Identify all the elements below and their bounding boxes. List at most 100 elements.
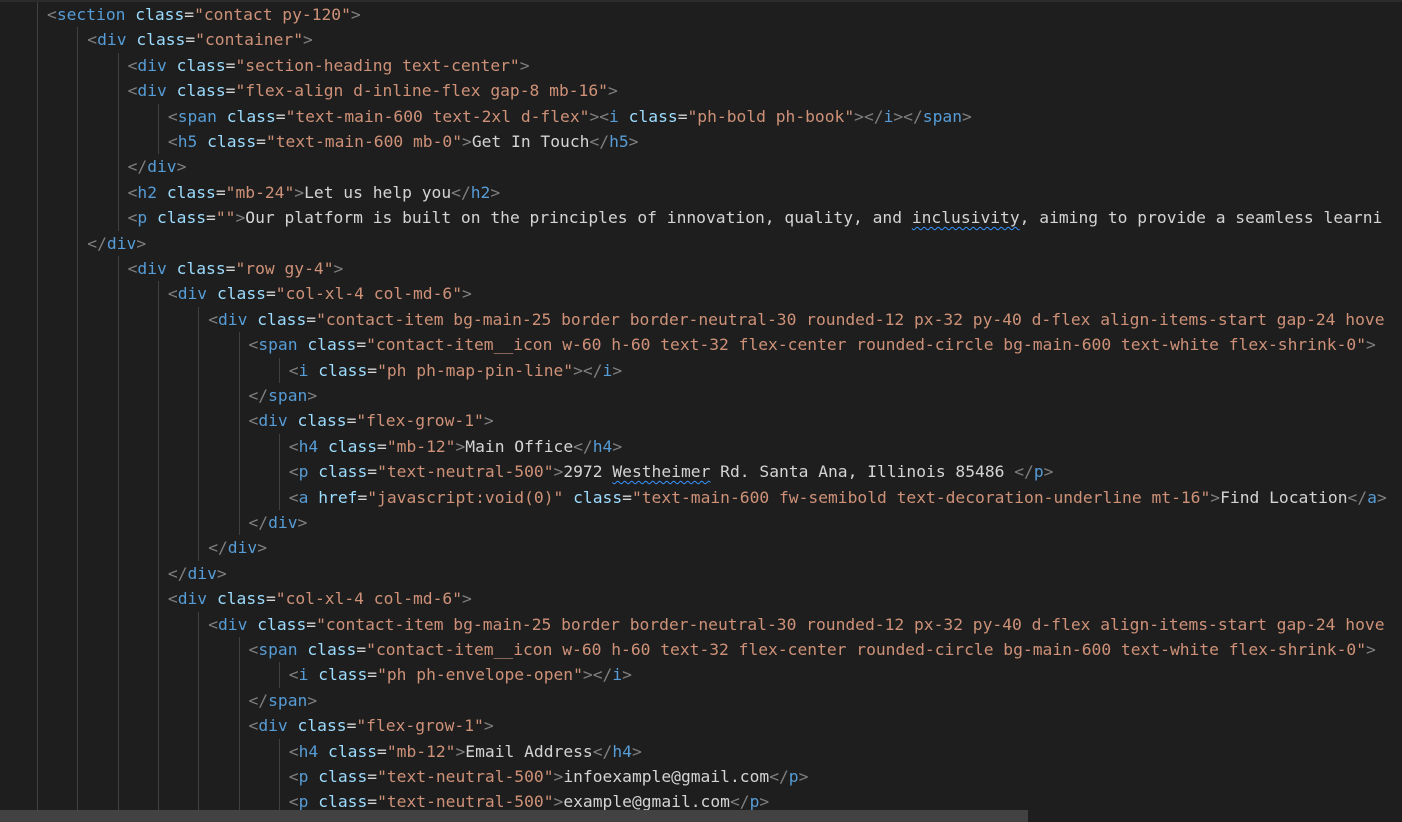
- tag-bracket: <: [288, 767, 299, 786]
- tag-bracket: >: [798, 767, 809, 786]
- attribute-name: class: [176, 55, 226, 75]
- text-content: [167, 259, 177, 278]
- code-line[interactable]: <div class="row gy-4">: [128, 256, 344, 281]
- code-line[interactable]: <div class="section-heading text-center"…: [128, 53, 530, 78]
- tag-bracket: <: [288, 436, 299, 456]
- code-line[interactable]: <i class="ph ph-map-pin-line"></i>: [289, 358, 622, 383]
- code-line[interactable]: </div>: [87, 231, 146, 256]
- tag-name: h4: [298, 436, 319, 456]
- code-line[interactable]: <span class="contact-item__icon w-60 h-6…: [249, 637, 1376, 662]
- tag-name: span: [258, 335, 298, 355]
- code-line[interactable]: <div class="col-xl-4 col-md-6">: [168, 281, 472, 306]
- tag-bracket: </: [87, 233, 107, 253]
- tag-bracket: </: [248, 690, 269, 710]
- tag-bracket: >: [216, 563, 227, 583]
- tag-name: p: [137, 208, 148, 228]
- tag-name: p: [749, 792, 760, 812]
- tag-name: span: [268, 386, 308, 405]
- text-content: =: [275, 106, 286, 126]
- code-line[interactable]: <span class="contact-item__icon w-60 h-6…: [249, 332, 1376, 357]
- text-content: =: [367, 360, 378, 380]
- tag-name: div: [137, 55, 167, 75]
- text-content: =: [377, 741, 387, 761]
- text-content: Email Address: [465, 741, 593, 761]
- code-line[interactable]: <h4 class="mb-12">Email Address</h4>: [289, 739, 642, 764]
- tag-bracket: <: [288, 665, 299, 685]
- code-line[interactable]: <p class="">Our platform is built on the…: [128, 205, 1383, 230]
- text-content: =: [265, 589, 276, 609]
- code-line[interactable]: <a href="javascript:void(0)" class="text…: [289, 485, 1387, 510]
- code-line[interactable]: <span class="text-main-600 text-2xl d-fl…: [168, 104, 972, 129]
- indent-guide-line: [77, 27, 78, 822]
- attribute-value: "text-main-600 text-2xl d-flex": [285, 106, 590, 126]
- tag-bracket: ></: [573, 360, 603, 380]
- code-line[interactable]: </div>: [208, 535, 267, 560]
- text-content: [247, 615, 257, 634]
- code-line[interactable]: <div class="container">: [87, 27, 313, 52]
- tag-bracket: ></: [582, 665, 613, 685]
- attribute-name: class: [157, 208, 207, 228]
- tag-name: p: [298, 792, 309, 812]
- tag-name: a: [298, 487, 309, 507]
- text-content: [217, 107, 227, 126]
- tag-bracket: </: [573, 436, 593, 456]
- indent-guide-line: [198, 611, 199, 822]
- text-content: =: [215, 182, 226, 202]
- tag-bracket: ></: [893, 106, 923, 126]
- tag-name: div: [137, 81, 167, 101]
- code-line[interactable]: <div class="flex-grow-1">: [249, 713, 494, 738]
- attribute-value: "section-heading text-center": [235, 55, 520, 75]
- code-line[interactable]: </div>: [128, 154, 187, 179]
- tag-bracket: >: [622, 665, 632, 685]
- text-content: [125, 5, 135, 24]
- tag-name: div: [258, 411, 288, 431]
- attribute-value: "flex-grow-1": [356, 411, 484, 431]
- tag-bracket: <: [167, 589, 178, 609]
- tag-bracket: <: [248, 411, 259, 431]
- code-line[interactable]: <p class="text-neutral-500">2972 Westhei…: [289, 459, 1054, 484]
- text-content: [318, 742, 328, 761]
- attribute-value: "container": [195, 30, 303, 50]
- tag-bracket: <: [288, 462, 299, 482]
- attribute-value: "contact-item__icon w-60 h-60 text-32 fl…: [366, 335, 1366, 355]
- tag-name: p: [788, 767, 799, 786]
- code-line[interactable]: <div class="contact-item bg-main-25 bord…: [208, 612, 1384, 637]
- tag-bracket: <: [87, 30, 98, 50]
- attribute-value: "javascript:void(0)": [367, 487, 564, 507]
- tag-bracket: <: [127, 208, 138, 228]
- code-line[interactable]: <div class="flex-grow-1">: [249, 408, 494, 433]
- code-editor[interactable]: <section class="contact py-120"> <div cla…: [0, 0, 1402, 822]
- text-content: =: [367, 462, 378, 482]
- tag-bracket: >: [759, 792, 770, 812]
- tag-name: p: [1033, 462, 1044, 482]
- tag-name: div: [258, 716, 288, 736]
- indent-guide-line: [279, 433, 280, 510]
- tag-bracket: <: [127, 182, 138, 202]
- code-line[interactable]: <i class="ph ph-envelope-open"></i>: [289, 662, 632, 687]
- tag-bracket: </: [592, 741, 613, 761]
- horizontal-scrollbar-thumb[interactable]: [0, 810, 1028, 822]
- tag-bracket: <: [167, 106, 178, 126]
- code-line[interactable]: <p class="text-neutral-500">infoexample@…: [289, 764, 809, 789]
- tag-bracket: >: [307, 690, 318, 710]
- attribute-name: class: [135, 5, 185, 24]
- tag-bracket: >: [1366, 640, 1376, 659]
- code-line[interactable]: <h4 class="mb-12">Main Office</h4>: [289, 434, 622, 459]
- text-content: [247, 310, 257, 329]
- code-line[interactable]: <section class="contact py-120">: [47, 2, 361, 27]
- code-line[interactable]: </div>: [249, 510, 308, 535]
- tag-bracket: >: [553, 792, 564, 812]
- code-line[interactable]: <div class="contact-item bg-main-25 bord…: [208, 307, 1384, 332]
- code-line[interactable]: </div>: [168, 561, 227, 586]
- code-line[interactable]: </span>: [249, 383, 318, 408]
- code-line[interactable]: <div class="col-xl-4 col-md-6">: [168, 586, 472, 611]
- tag-name: span: [922, 106, 963, 126]
- text-content: [288, 716, 298, 735]
- tag-bracket: <: [208, 614, 218, 634]
- code-line[interactable]: <h2 class="mb-24">Let us help you</h2>: [128, 180, 501, 205]
- spell-check-token: inclusivity: [911, 208, 1020, 228]
- code-line[interactable]: <div class="flex-align d-inline-flex gap…: [128, 78, 618, 103]
- text-content: example@gmail.com: [563, 792, 730, 812]
- code-line[interactable]: <h5 class="text-main-600 mb-0">Get In To…: [168, 129, 639, 154]
- code-line[interactable]: </span>: [249, 688, 318, 713]
